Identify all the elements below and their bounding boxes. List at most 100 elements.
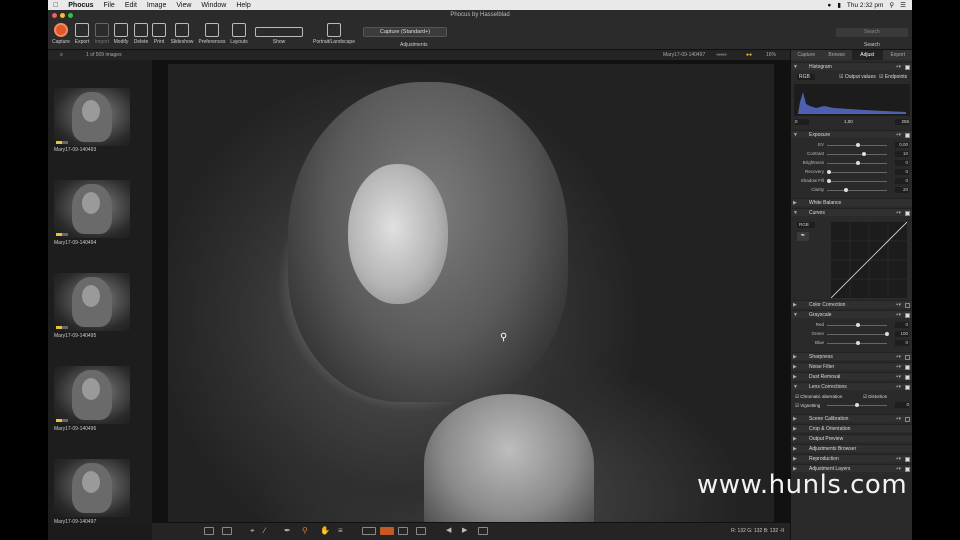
slider-knob[interactable] xyxy=(861,152,866,156)
chromatic-aberration-checkbox[interactable]: ☑ Chromatic aberration xyxy=(795,394,842,400)
disclosure-triangle-icon[interactable]: ▼ xyxy=(793,383,798,391)
tool-header-sharpness[interactable]: ▶ Sharpness +▾ xyxy=(791,352,912,360)
adjustments-preset-select[interactable]: Capture (Standard+) xyxy=(363,27,447,37)
menu-edit[interactable]: Edit xyxy=(120,2,142,9)
import-button[interactable]: Import xyxy=(92,23,112,45)
show-buttons[interactable]: Show xyxy=(254,23,304,45)
menu-clock[interactable]: Thu 2:32 pm xyxy=(847,2,884,9)
next-image-icon[interactable]: ▶ xyxy=(462,526,467,534)
tool-options-icon[interactable]: +▾ xyxy=(896,301,901,309)
layouts-button[interactable]: Layouts xyxy=(228,23,250,45)
disclosure-triangle-icon[interactable]: ▶ xyxy=(793,373,797,381)
tool-options-icon[interactable]: +▾ xyxy=(896,311,901,319)
disclosure-triangle-icon[interactable]: ▼ xyxy=(793,209,798,217)
tool-enable-checkbox[interactable] xyxy=(905,64,910,70)
tool-header-lens-corrections[interactable]: ▼ Lens Corrections +▾ xyxy=(791,382,912,390)
image-viewer[interactable]: ⚲ xyxy=(152,60,790,534)
portrait-landscape-button[interactable]: Portrait/Landscape xyxy=(310,23,358,45)
disclosure-triangle-icon[interactable]: ▶ xyxy=(793,199,797,207)
thumbnail-image[interactable] xyxy=(54,180,130,238)
slider-track[interactable] xyxy=(827,154,887,155)
slider-value[interactable]: 0 xyxy=(895,160,909,166)
tab-adjust[interactable]: Adjust xyxy=(852,50,883,60)
vignetting-slider-knob[interactable] xyxy=(855,403,859,407)
close-window-icon[interactable] xyxy=(52,13,57,18)
thumbnail-image[interactable] xyxy=(54,88,130,146)
tool-options-icon[interactable]: +▾ xyxy=(896,383,901,391)
slider-value[interactable]: 10 xyxy=(895,151,909,157)
tool-enable-checkbox[interactable] xyxy=(905,364,910,370)
tool-options-icon[interactable]: +▾ xyxy=(896,209,901,217)
thumbnail-strip[interactable]: Mary17-09-140493 Mary17-09-140494 Mary17… xyxy=(48,60,152,525)
slideshow-button[interactable]: Slideshow xyxy=(168,23,196,45)
slider-knob[interactable] xyxy=(856,161,860,165)
slider-knob[interactable] xyxy=(827,179,831,183)
slider-track[interactable] xyxy=(827,190,887,191)
menu-app[interactable]: Phocus xyxy=(63,2,98,9)
disclosure-triangle-icon[interactable]: ▶ xyxy=(793,301,797,309)
zoom-window-icon[interactable] xyxy=(68,13,73,18)
tool-enable-checkbox[interactable] xyxy=(905,384,910,390)
slider-value[interactable]: 0 xyxy=(895,178,909,184)
disclosure-triangle-icon[interactable]: ▶ xyxy=(793,353,797,361)
tool-header-white-balance[interactable]: ▶ White Balance xyxy=(791,198,912,206)
export-button[interactable]: Export xyxy=(72,23,92,45)
slider-knob[interactable] xyxy=(856,341,860,345)
histogram-max-value[interactable]: 255 xyxy=(895,119,909,125)
tool-options-icon[interactable]: +▾ xyxy=(896,455,901,463)
thumbnail-image-selected[interactable] xyxy=(54,459,130,517)
tool-header-reproduction[interactable]: ▶ Reproduction +▾ xyxy=(791,454,912,462)
disclosure-triangle-icon[interactable]: ▶ xyxy=(793,455,797,463)
slider-value[interactable]: 100 xyxy=(895,331,909,337)
tool-enable-checkbox[interactable] xyxy=(905,354,910,360)
tool-header-histogram[interactable]: ▼ Histogram +▾ xyxy=(791,62,912,70)
filter-icon[interactable]: ≡ xyxy=(60,52,63,58)
compare-view-icon[interactable] xyxy=(204,527,214,535)
grid-overlay-icon[interactable]: ≡ xyxy=(338,526,343,535)
slider-knob[interactable] xyxy=(856,323,860,327)
disclosure-triangle-icon[interactable]: ▼ xyxy=(793,63,798,71)
menu-file[interactable]: File xyxy=(99,2,120,9)
slider-value[interactable]: 20 xyxy=(895,187,909,193)
histogram-min-value[interactable]: 0 xyxy=(795,119,809,125)
preferences-button[interactable]: Preferences xyxy=(196,23,228,45)
menu-help[interactable]: Help xyxy=(231,2,255,9)
tool-header-curves[interactable]: ▼ Curves +▾ xyxy=(791,208,912,216)
tool-options-icon[interactable]: +▾ xyxy=(896,373,901,381)
disclosure-triangle-icon[interactable]: ▶ xyxy=(793,415,797,423)
crop-tool-icon[interactable]: ⌖ xyxy=(250,526,255,536)
rating-stars[interactable]: ●●●●● xyxy=(716,52,727,58)
straighten-tool-icon[interactable]: ∕ xyxy=(264,526,265,535)
disclosure-triangle-icon[interactable]: ▼ xyxy=(793,311,798,319)
minimize-window-icon[interactable] xyxy=(60,13,65,18)
focus-mask-icon[interactable] xyxy=(416,527,426,535)
search-input[interactable]: Search xyxy=(836,28,908,37)
disclosure-triangle-icon[interactable]: ▶ xyxy=(793,445,797,453)
menu-view[interactable]: View xyxy=(171,2,196,9)
vignetting-value[interactable]: 0 xyxy=(895,402,909,408)
distortion-checkbox[interactable]: ☑ Distortion xyxy=(863,394,887,400)
previous-image-icon[interactable]: ◀ xyxy=(446,526,451,534)
notification-center-icon[interactable]: ☰ xyxy=(900,1,906,9)
tool-enable-checkbox[interactable] xyxy=(905,374,910,380)
slider-knob[interactable] xyxy=(856,143,860,147)
slider-knob[interactable] xyxy=(827,170,831,174)
tool-options-icon[interactable]: +▾ xyxy=(896,63,901,71)
tool-options-icon[interactable]: +▾ xyxy=(896,415,901,423)
disclosure-triangle-icon[interactable]: ▶ xyxy=(793,425,797,433)
exposure-warning-icon[interactable] xyxy=(380,527,394,535)
menu-image[interactable]: Image xyxy=(142,2,171,9)
tool-options-icon[interactable]: +▾ xyxy=(896,353,901,361)
histogram-channel-select[interactable]: RGB xyxy=(797,74,815,80)
slider-value[interactable]: 0 xyxy=(895,169,909,175)
capture-button[interactable]: Capture xyxy=(50,23,72,45)
thumbnail-image[interactable] xyxy=(54,366,130,424)
fullscreen-icon[interactable] xyxy=(478,527,488,535)
slider-knob[interactable] xyxy=(885,332,889,336)
tool-options-icon[interactable]: +▾ xyxy=(896,363,901,371)
tool-header-crop[interactable]: ▶ Crop & Orientation xyxy=(791,424,912,432)
tool-header-output-preview[interactable]: ▶ Output Preview xyxy=(791,434,912,442)
vignetting-checkbox[interactable]: ☑ Vignetting xyxy=(795,403,820,409)
tool-enable-checkbox[interactable] xyxy=(905,416,910,422)
spotlight-icon[interactable]: ⚲ xyxy=(889,1,894,9)
